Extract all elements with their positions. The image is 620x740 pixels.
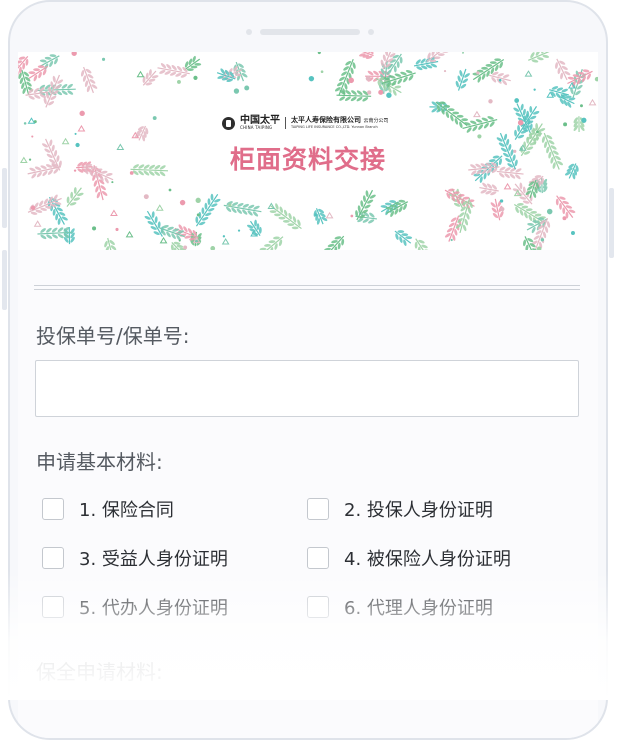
phone-volume-button: [2, 250, 7, 310]
china-taiping-logo-icon: [222, 117, 235, 130]
app-screen: 中国太平 CHINA TAIPING 太平人寿保险有限公司 云南分公司 TAIP…: [18, 52, 598, 740]
phone-frame: 中国太平 CHINA TAIPING 太平人寿保险有限公司 云南分公司 TAIP…: [8, 0, 608, 740]
checkbox-item-insured-id[interactable]: 4. 被保险人身份证明: [307, 545, 511, 571]
header-banner: 中国太平 CHINA TAIPING 太平人寿保险有限公司 云南分公司 TAIP…: [18, 52, 598, 250]
page-title: 柜面资料交接: [18, 140, 598, 176]
phone-camera-dot: [246, 29, 252, 35]
checkbox-label: 3. 受益人身份证明: [79, 545, 228, 571]
checkbox[interactable]: [42, 547, 64, 569]
checkbox-label: 4. 被保险人身份证明: [344, 545, 511, 571]
phone-volume-button: [2, 168, 7, 228]
basic-materials-label: 申请基本材料:: [36, 446, 163, 475]
company-name-en: TAIPING LIFE INSURANCE CO.,LTD. Yunnan B…: [291, 125, 388, 130]
divider-top: [34, 285, 580, 286]
checkbox-label: 5. 代办人身份证明: [79, 594, 228, 620]
checkbox-item-insurance-contract[interactable]: 1. 保险合同: [42, 496, 174, 522]
phone-power-button: [609, 188, 614, 258]
checkbox[interactable]: [42, 596, 64, 618]
checkbox-item-beneficiary-id[interactable]: 3. 受益人身份证明: [42, 545, 228, 571]
checkbox-item-proxy-id[interactable]: 5. 代办人身份证明: [42, 594, 228, 620]
company-logo: 中国太平 CHINA TAIPING 太平人寿保险有限公司 云南分公司 TAIP…: [222, 115, 388, 131]
phone-speaker: [260, 29, 360, 35]
company-name: 太平人寿保险有限公司: [291, 116, 361, 124]
checkbox-label: 6. 代理人身份证明: [344, 594, 493, 620]
phone-sensor-dot: [368, 29, 374, 35]
logo-separator: [285, 117, 286, 129]
checkbox-label: 2. 投保人身份证明: [344, 496, 493, 522]
checkbox-label: 1. 保险合同: [79, 496, 174, 522]
checkbox[interactable]: [307, 596, 329, 618]
policy-number-input[interactable]: [35, 360, 579, 417]
company-branch: 云南分公司: [363, 118, 388, 124]
preservation-materials-label: 保全申请材料:: [36, 656, 163, 685]
policy-number-label: 投保单号/保单号:: [36, 320, 189, 349]
logo-cn: 中国太平: [240, 116, 280, 125]
checkbox-item-applicant-id[interactable]: 2. 投保人身份证明: [307, 496, 493, 522]
checkbox[interactable]: [307, 547, 329, 569]
checkbox-item-agent-id[interactable]: 6. 代理人身份证明: [307, 594, 493, 620]
checkbox[interactable]: [42, 498, 64, 520]
divider-bottom: [34, 289, 580, 290]
checkbox[interactable]: [307, 498, 329, 520]
